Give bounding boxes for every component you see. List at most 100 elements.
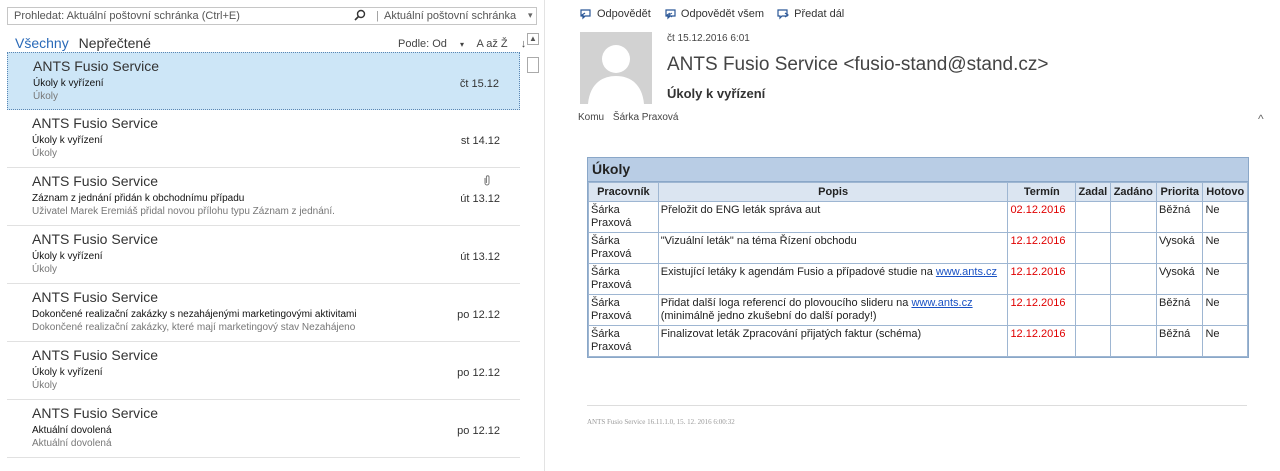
task-description-text: Přeložit do ENG leták správa aut: [660, 204, 821, 216]
mail-date: po 12.12: [457, 425, 500, 437]
cell-term: 12.12.2016: [1007, 294, 1077, 326]
table-row: Šárka Praxová Finalizovat leták Zpracován…: [588, 325, 1248, 357]
chevron-down-icon[interactable]: ▾: [528, 10, 533, 21]
message-sender[interactable]: ANTS Fusio Service <fusio-stand@stand.cz…: [667, 54, 1049, 76]
mail-sender: ANTS Fusio Service: [32, 405, 159, 421]
task-description-text: "Vizuální leták" na téma Řízení obchodu: [660, 235, 857, 247]
reply-toolbar: Odpovědět Odpovědět všem Předat dál: [580, 8, 854, 23]
cell-priority: Vysoká: [1155, 232, 1204, 264]
mail-date: čt 15.12: [459, 78, 499, 90]
task-link[interactable]: www.ants.cz: [936, 266, 997, 278]
mail-subject: Úkoly k vyřízení: [32, 251, 103, 262]
sort-order-button[interactable]: A až Ž ↓: [476, 38, 526, 50]
cell-done: Ne: [1202, 294, 1248, 326]
sort-bar: Podle: Od ▾ A až Ž ↓: [398, 38, 536, 50]
column-header: Zadáno: [1109, 182, 1158, 202]
reply-all-icon: [665, 9, 676, 20]
message-subject: Úkoly k vyřízení: [667, 86, 766, 101]
paperclip-icon: [484, 175, 490, 186]
filter-tabs: Všechny Nepřečtené: [15, 35, 151, 51]
cell-worker: Šárka Praxová: [588, 232, 659, 264]
mail-date: út 13.12: [460, 193, 500, 205]
mail-item[interactable]: ANTS Fusio Service Úkoly k vyřízení Úkoly č…: [7, 52, 520, 110]
tasks-header-row: Pracovník Popis Termín Zadal Zadáno Priorita H…: [588, 182, 1248, 202]
mail-preview: Úkoly: [32, 148, 58, 159]
filter-unread[interactable]: Nepřečtené: [79, 35, 151, 51]
column-header: Pracovník: [588, 182, 659, 202]
forward-button[interactable]: Předat dál: [777, 8, 844, 20]
mail-date: po 12.12: [457, 309, 500, 321]
mail-sender: ANTS Fusio Service: [32, 231, 159, 247]
search-scope-dropdown[interactable]: Aktuální poštovní schránka: [384, 10, 516, 22]
task-link[interactable]: www.ants.cz: [911, 297, 972, 309]
table-row: Šárka Praxová Přidat další loga referencí…: [588, 294, 1248, 326]
cell-priority: Běžná: [1155, 201, 1204, 233]
search-input[interactable]: Prohledat: Aktuální poštovní schránka (C…: [14, 10, 240, 22]
reply-all-button[interactable]: Odpovědět všem: [664, 8, 764, 20]
table-row: Šárka Praxová Existující letáky k agendám…: [588, 263, 1248, 295]
cell-worker: Šárka Praxová: [588, 294, 659, 326]
cell-priority: Běžná: [1155, 294, 1204, 326]
tasks-table: Úkoly Pracovník Popis Termín Zadal Zadáno Pri…: [587, 157, 1249, 358]
filter-all[interactable]: Všechny: [15, 35, 69, 51]
task-description-text-after: (minimálně jedno zkušební do další porad…: [660, 310, 877, 322]
message-list-pane: Prohledat: Aktuální poštovní schránka (C…: [0, 0, 545, 471]
cell-assigned-by: [1075, 201, 1111, 233]
cell-worker: Šárka Praxová: [588, 201, 659, 233]
cell-assigned: [1109, 263, 1158, 295]
cell-priority: Běžná: [1155, 325, 1204, 357]
cell-worker: Šárka Praxová: [588, 325, 659, 357]
column-header: Termín: [1007, 182, 1077, 202]
cell-description: "Vizuální leták" na téma Řízení obchodu: [657, 232, 1009, 264]
mail-item[interactable]: ANTS Fusio Service Úkoly k vyřízení Úkoly s…: [7, 110, 520, 168]
column-header: Zadal: [1075, 182, 1111, 202]
search-box[interactable]: Prohledat: Aktuální poštovní schránka (C…: [7, 7, 537, 25]
tasks-title: Úkoly: [588, 158, 1248, 182]
mail-subject: Úkoly k vyřízení: [32, 367, 103, 378]
mail-item[interactable]: ANTS Fusio Service Úkoly k vyřízení Úkoly ú…: [7, 226, 520, 284]
pane-divider[interactable]: [544, 0, 545, 471]
mail-subject: Aktuální dovolená: [32, 425, 112, 436]
table-row: Šárka Praxová "Vizuální leták" na téma Ří…: [588, 232, 1248, 264]
forward-icon: [777, 9, 790, 20]
cell-description: Existující letáky k agendám Fusio a příp…: [657, 263, 1009, 295]
mail-item[interactable]: ANTS Fusio Service Úkoly k vyřízení Úkoly p…: [7, 342, 520, 400]
reply-button[interactable]: Odpovědět: [580, 8, 651, 20]
cell-assigned-by: [1075, 232, 1111, 264]
scrollbar-thumb[interactable]: [527, 57, 539, 73]
mail-item[interactable]: ANTS Fusio Service Záznam z jednání přidá…: [7, 168, 520, 226]
cell-assigned: [1109, 294, 1158, 326]
mail-item[interactable]: ANTS Fusio Service Dokončené realizační z…: [7, 284, 520, 342]
sort-by-dropdown[interactable]: Podle: Od ▾: [398, 38, 464, 50]
cell-assigned: [1109, 325, 1158, 357]
column-header: Priorita: [1155, 182, 1204, 202]
footer-divider: [587, 405, 1247, 406]
cell-assigned-by: [1075, 325, 1111, 357]
column-header: Popis: [657, 182, 1009, 202]
mail-subject: Úkoly k vyřízení: [33, 78, 104, 89]
reply-icon: [580, 9, 591, 20]
chevron-down-icon: ▾: [459, 40, 464, 49]
reply-all-label: Odpovědět všem: [680, 8, 765, 20]
search-icon[interactable]: [354, 9, 366, 21]
cell-term: 12.12.2016: [1007, 325, 1077, 357]
cell-done: Ne: [1202, 232, 1248, 264]
mail-sender: ANTS Fusio Service: [32, 115, 159, 131]
cell-assigned: [1109, 201, 1158, 233]
message-date: čt 15.12.2016 6:01: [667, 33, 750, 44]
scroll-up-button[interactable]: ▲: [527, 33, 539, 45]
reply-label: Odpovědět: [597, 8, 651, 20]
cell-assigned-by: [1075, 263, 1111, 295]
recipient-name[interactable]: Šárka Praxová: [613, 112, 679, 123]
mail-date: st 14.12: [460, 135, 500, 147]
avatar: [580, 32, 652, 104]
cell-term: 02.12.2016: [1007, 201, 1077, 233]
mail-preview: Aktuální dovolená: [32, 438, 112, 449]
cell-description: Finalizovat leták Zpracování přijatých f…: [657, 325, 1009, 357]
collapse-header-icon[interactable]: ^: [1258, 112, 1264, 126]
mail-item[interactable]: ANTS Fusio Service Aktuální dovolená Aktuá…: [7, 400, 520, 458]
mail-preview: Úkoly: [32, 264, 58, 275]
mail-subject: Záznam z jednání přidán k obchodnímu pří…: [32, 193, 245, 204]
sort-order-label: A až Ž: [476, 38, 508, 50]
cell-done: Ne: [1202, 201, 1248, 233]
